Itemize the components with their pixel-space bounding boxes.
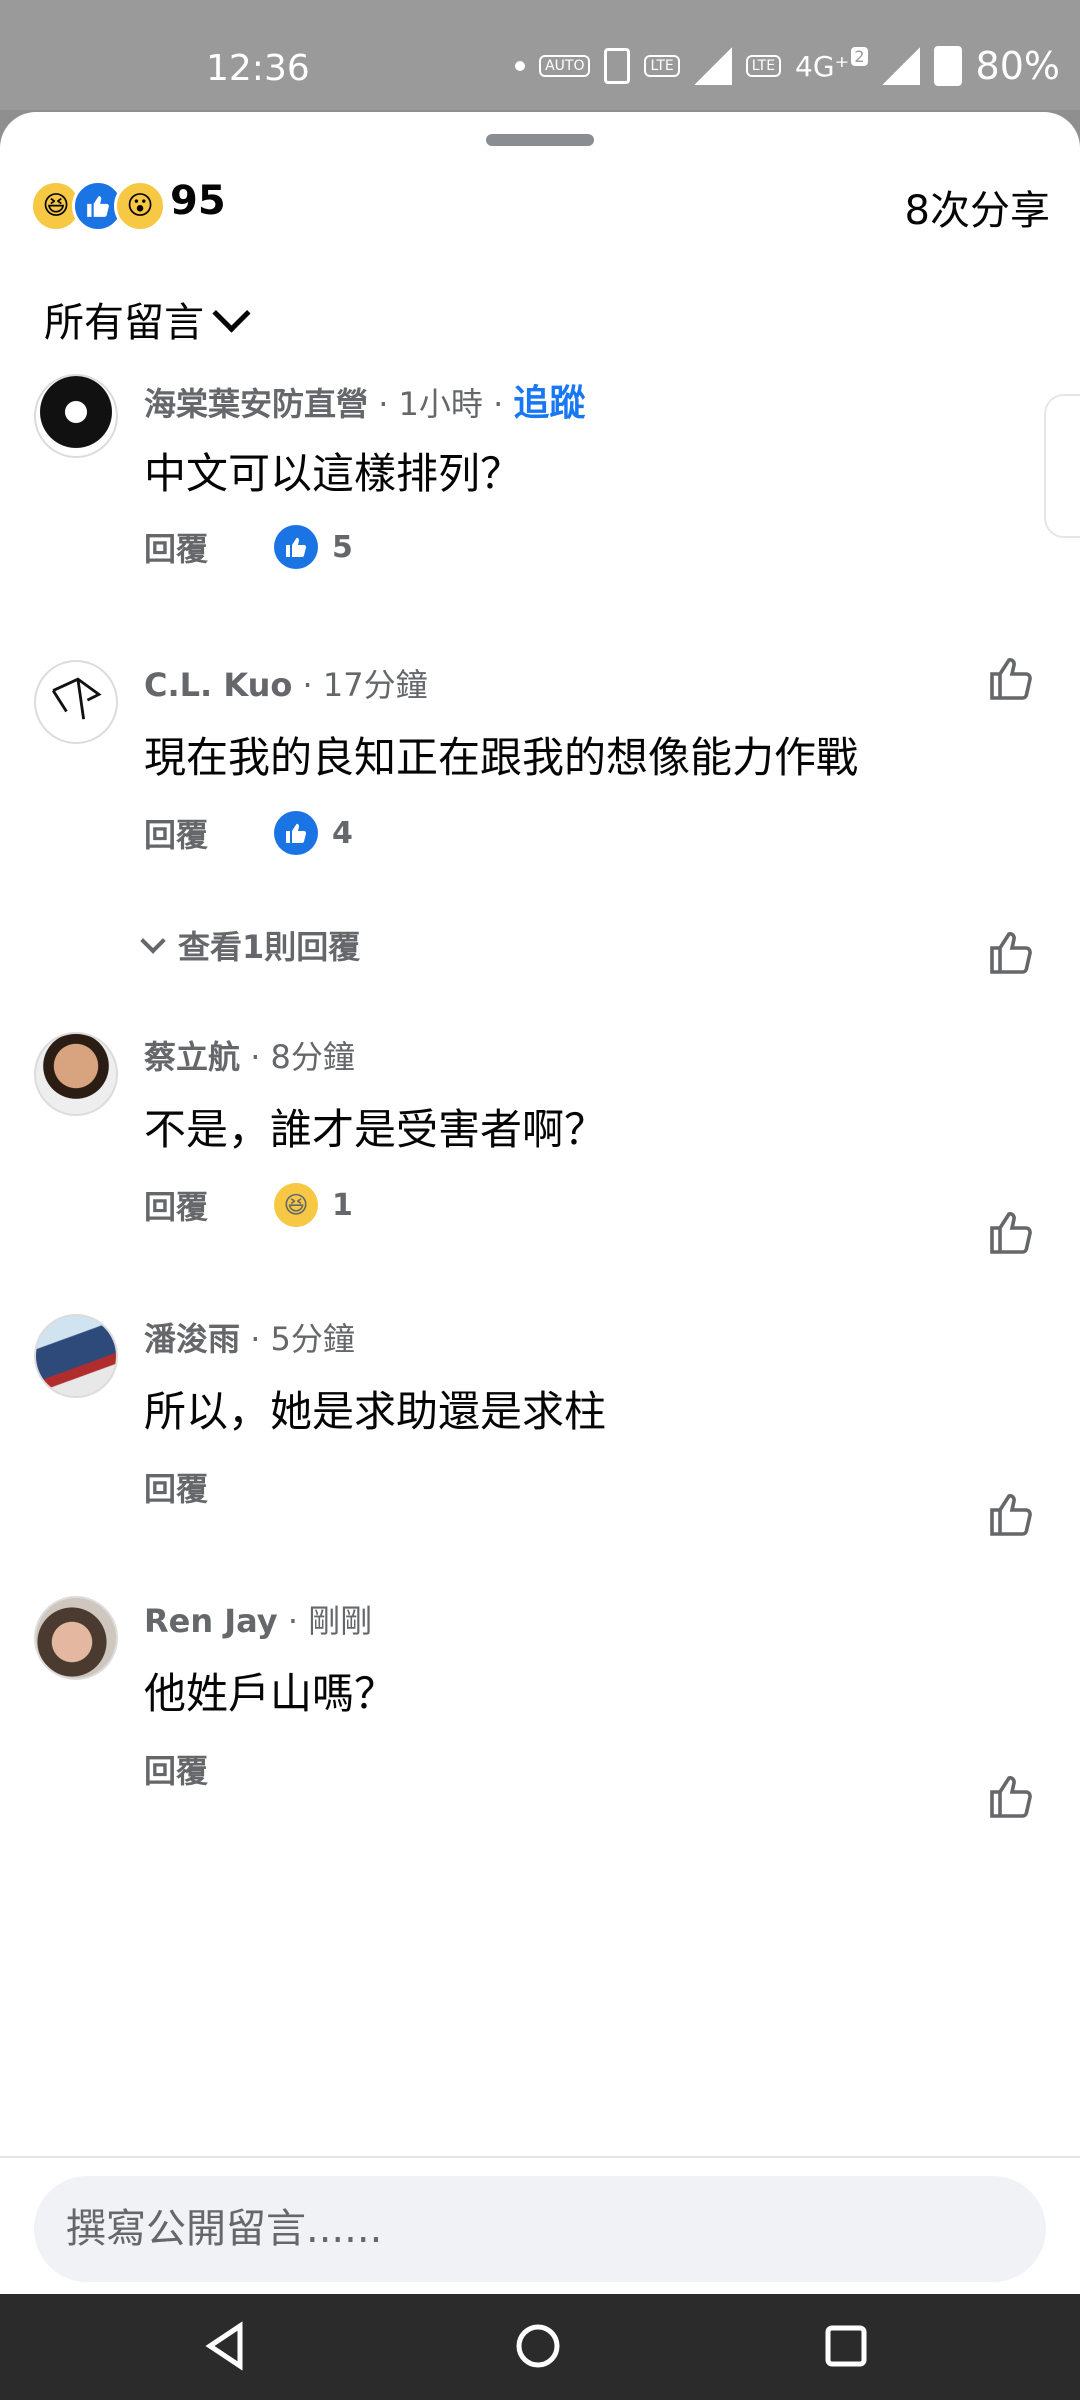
haha-icon: 😆	[274, 1183, 318, 1227]
navigation-bar	[0, 2294, 1080, 2400]
reaction-icons: 😆 😮	[30, 180, 166, 232]
comment-author[interactable]: 海棠葉安防直營	[144, 385, 368, 423]
reply-button[interactable]: 回覆	[144, 1182, 274, 1228]
sheet-drag-handle[interactable]	[486, 134, 594, 146]
like-icon	[274, 525, 318, 569]
comment-time: · 剛剛	[287, 1602, 373, 1640]
comment-actions: 回覆	[144, 1746, 274, 1792]
comment-filter-label: 所有留言	[44, 300, 204, 346]
comment-meta: Ren Jay · 剛剛	[144, 1596, 372, 1642]
reactions-summary[interactable]: 😆 😮 95 8次分享	[30, 172, 1050, 242]
composer-bar	[0, 2156, 1080, 2294]
notification-dot-icon	[515, 61, 526, 71]
battery-icon	[933, 46, 962, 86]
comment-actions: 回覆 😆 1	[144, 1182, 353, 1228]
comment-text: 不是，誰才是受害者啊？	[144, 1105, 607, 1154]
avatar[interactable]	[34, 374, 118, 458]
comment-reaction-count: 1	[332, 1187, 353, 1223]
comment-actions: 回覆	[144, 1464, 274, 1510]
reply-button[interactable]: 回覆	[144, 1464, 274, 1510]
network-type: 4G⁺	[795, 49, 850, 83]
comment-filter-dropdown[interactable]: 所有留言	[44, 290, 251, 348]
avatar[interactable]	[34, 1314, 118, 1398]
comment-reaction-count: 5	[332, 529, 353, 565]
comment-reactions[interactable]: 😆 1	[274, 1183, 353, 1227]
comment-reactions[interactable]: 4	[274, 811, 353, 855]
follow-button[interactable]: 追蹤	[513, 383, 585, 424]
like-icon	[274, 811, 318, 855]
avatar[interactable]	[34, 660, 118, 744]
like-button-icon[interactable]	[988, 1772, 1036, 1820]
comment-actions: 回覆 5	[144, 524, 353, 570]
view-replies-button[interactable]: 查看1則回覆	[140, 922, 361, 968]
auto-hz-icon: AUTO	[539, 55, 591, 77]
comment-meta: 海棠葉安防直營 · 1小時 · 追蹤	[144, 374, 585, 426]
reply-button[interactable]: 回覆	[144, 1746, 274, 1792]
comment-author[interactable]: 蔡立航	[144, 1038, 240, 1076]
avatar[interactable]	[34, 1596, 118, 1680]
battery-level: 80%	[975, 44, 1060, 88]
like-button-icon[interactable]	[988, 1490, 1036, 1538]
wow-icon: 😮	[114, 180, 166, 232]
comment-meta: 蔡立航 · 8分鐘	[144, 1032, 355, 1078]
home-icon[interactable]	[508, 2316, 568, 2376]
comment-author[interactable]: C.L. Kuo	[144, 666, 292, 704]
like-button-icon[interactable]	[988, 654, 1036, 702]
comment-meta: 潘浚雨 · 5分鐘	[144, 1314, 355, 1360]
share-count[interactable]: 8次分享	[905, 178, 1050, 236]
volte-icon: LTE	[644, 55, 680, 77]
comment-text: 所以，她是求助還是求柱	[144, 1387, 607, 1436]
recents-icon[interactable]	[816, 2316, 876, 2376]
signal-2-icon	[881, 47, 920, 85]
sim-badge: 2	[851, 46, 868, 66]
status-bar: 12:36 AUTO LTE LTE 4G⁺ 2 80%	[0, 0, 1080, 110]
chevron-down-icon	[212, 293, 251, 333]
comments-sheet: 😆 😮 95 8次分享 所有留言 海棠葉安防直營 · 1小時 · 追蹤 中文可以…	[0, 112, 1080, 2294]
status-time: 12:36	[206, 48, 310, 89]
signal-icon	[693, 47, 732, 85]
comment-author[interactable]: Ren Jay	[144, 1602, 278, 1640]
comment-author[interactable]: 潘浚雨	[144, 1320, 240, 1358]
side-handle[interactable]	[1044, 394, 1080, 538]
comment-reaction-count: 4	[332, 815, 353, 851]
reply-button[interactable]: 回覆	[144, 810, 274, 856]
comment-input[interactable]	[34, 2176, 1038, 2282]
back-icon[interactable]	[196, 2316, 256, 2376]
volte-2-icon: LTE	[745, 55, 782, 77]
comment-text: 他姓戶山嗎？	[144, 1669, 397, 1718]
comment-actions: 回覆 4	[144, 810, 353, 856]
comment-time: · 5分鐘	[250, 1320, 355, 1358]
reply-button[interactable]: 回覆	[144, 524, 274, 570]
chevron-down-icon	[140, 928, 166, 954]
status-icons: AUTO LTE LTE 4G⁺ 2 80%	[515, 44, 1060, 88]
like-button-icon[interactable]	[988, 1208, 1036, 1256]
comment-time: · 8分鐘	[250, 1038, 355, 1076]
like-button-icon[interactable]	[988, 928, 1036, 976]
view-replies-label: 查看1則回覆	[178, 928, 361, 966]
vibrate-icon	[604, 48, 631, 84]
comment-composer[interactable]	[34, 2176, 1046, 2282]
comment-time: · 17分鐘	[302, 666, 428, 704]
comment-time: · 1小時 ·	[378, 385, 504, 423]
comment-reactions[interactable]: 5	[274, 525, 353, 569]
avatar[interactable]	[34, 1032, 118, 1116]
comment-text: 現在我的良知正在跟我的想像能力作戰	[144, 733, 859, 782]
comment-meta: C.L. Kuo · 17分鐘	[144, 660, 428, 706]
reaction-count: 95	[170, 178, 226, 224]
comment-text: 中文可以這樣排列？	[144, 449, 523, 498]
